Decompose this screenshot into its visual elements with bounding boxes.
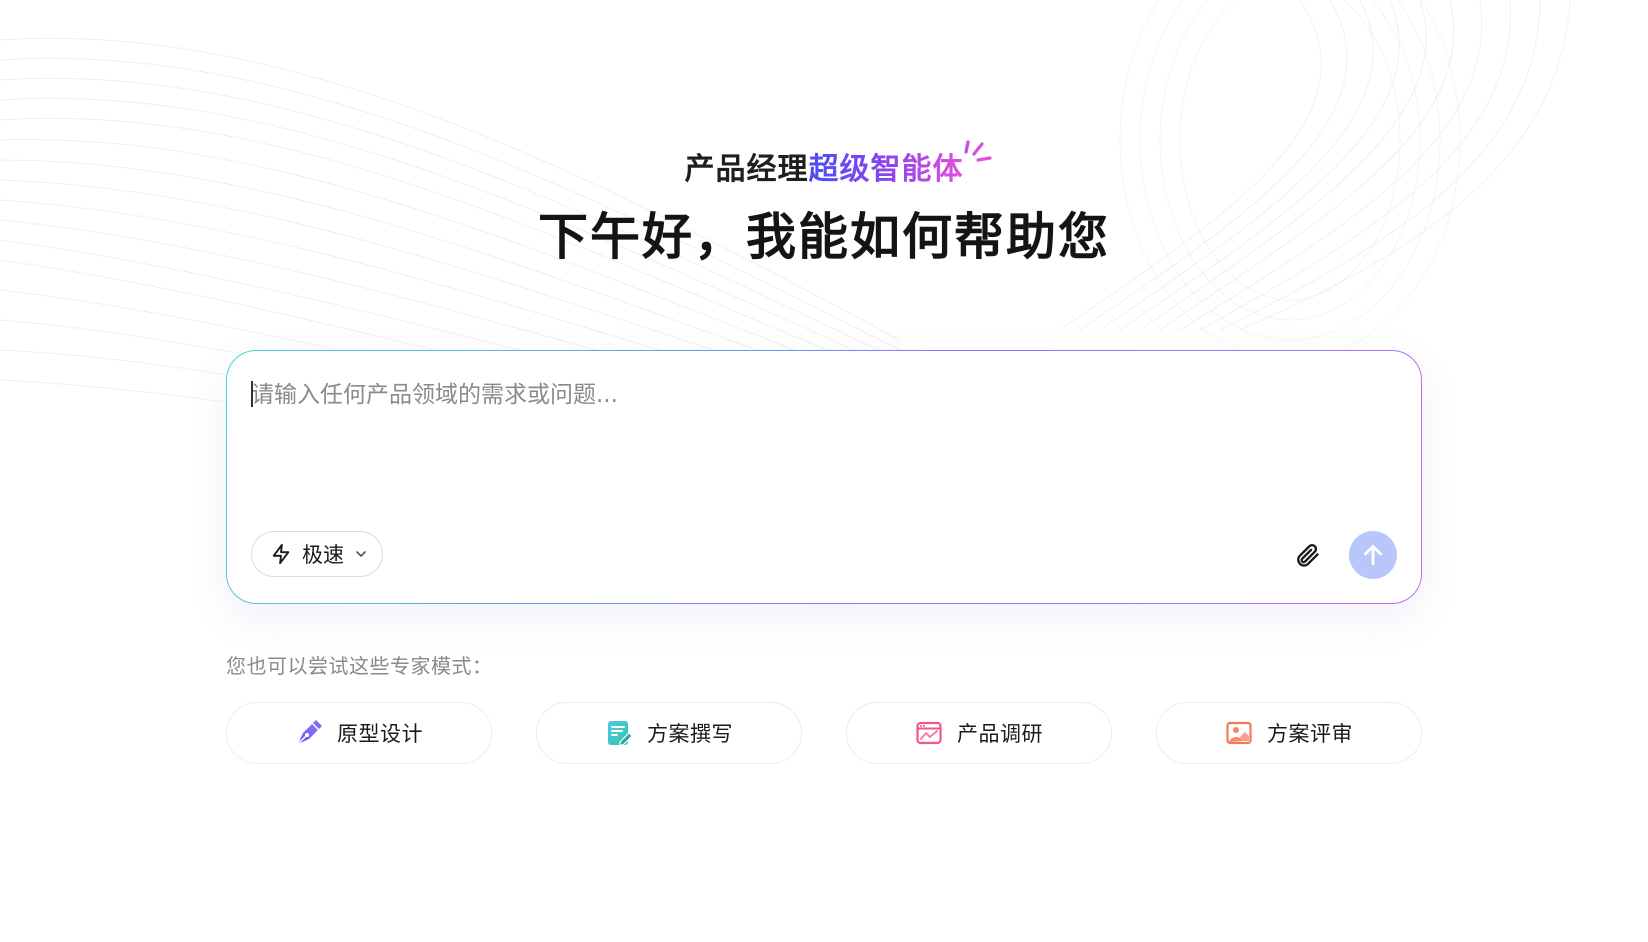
expert-mode-label: 原型设计	[337, 722, 423, 746]
send-button[interactable]	[1349, 531, 1397, 579]
page: 产品经理超级智能体 下午好，我能如何帮助您 极速	[0, 0, 1648, 942]
expert-mode-proposal-review[interactable]: 方案评审	[1156, 702, 1422, 764]
subtitle-plain-text: 产品经理	[684, 152, 809, 187]
expert-mode-label: 方案撰写	[647, 722, 733, 746]
expert-modes-list: 原型设计 方案撰写 产品调研 方案评审	[226, 702, 1422, 764]
expert-mode-label: 产品调研	[957, 722, 1043, 746]
speed-mode-label: 极速	[302, 543, 344, 567]
text-caret	[251, 381, 253, 407]
image-review-icon	[1225, 719, 1253, 747]
sparkle-icon	[963, 140, 992, 162]
document-edit-icon	[605, 719, 633, 747]
product-subtitle: 产品经理超级智能体	[684, 140, 992, 190]
expert-mode-proposal-writing[interactable]: 方案撰写	[536, 702, 802, 764]
lightning-icon	[270, 543, 292, 565]
chevron-down-icon	[354, 547, 368, 561]
speed-mode-dropdown[interactable]: 极速	[251, 531, 383, 577]
chat-composer: 极速	[226, 350, 1422, 604]
hero-header: 产品经理超级智能体 下午好，我能如何帮助您	[0, 140, 1648, 270]
browser-chart-icon	[915, 719, 943, 747]
pen-nib-icon	[295, 719, 323, 747]
subtitle-highlight-text: 超级智能体	[808, 152, 964, 187]
expert-mode-product-research[interactable]: 产品调研	[846, 702, 1112, 764]
paperclip-icon	[1297, 543, 1319, 567]
arrow-up-icon	[1364, 544, 1382, 566]
expert-modes-hint: 您也可以尝试这些专家模式：	[226, 654, 493, 678]
greeting-title: 下午好，我能如何帮助您	[538, 208, 1110, 266]
prompt-input[interactable]	[251, 375, 1391, 495]
expert-mode-label: 方案评审	[1267, 722, 1353, 746]
attach-button[interactable]	[1291, 539, 1323, 571]
expert-mode-prototype-design[interactable]: 原型设计	[226, 702, 492, 764]
